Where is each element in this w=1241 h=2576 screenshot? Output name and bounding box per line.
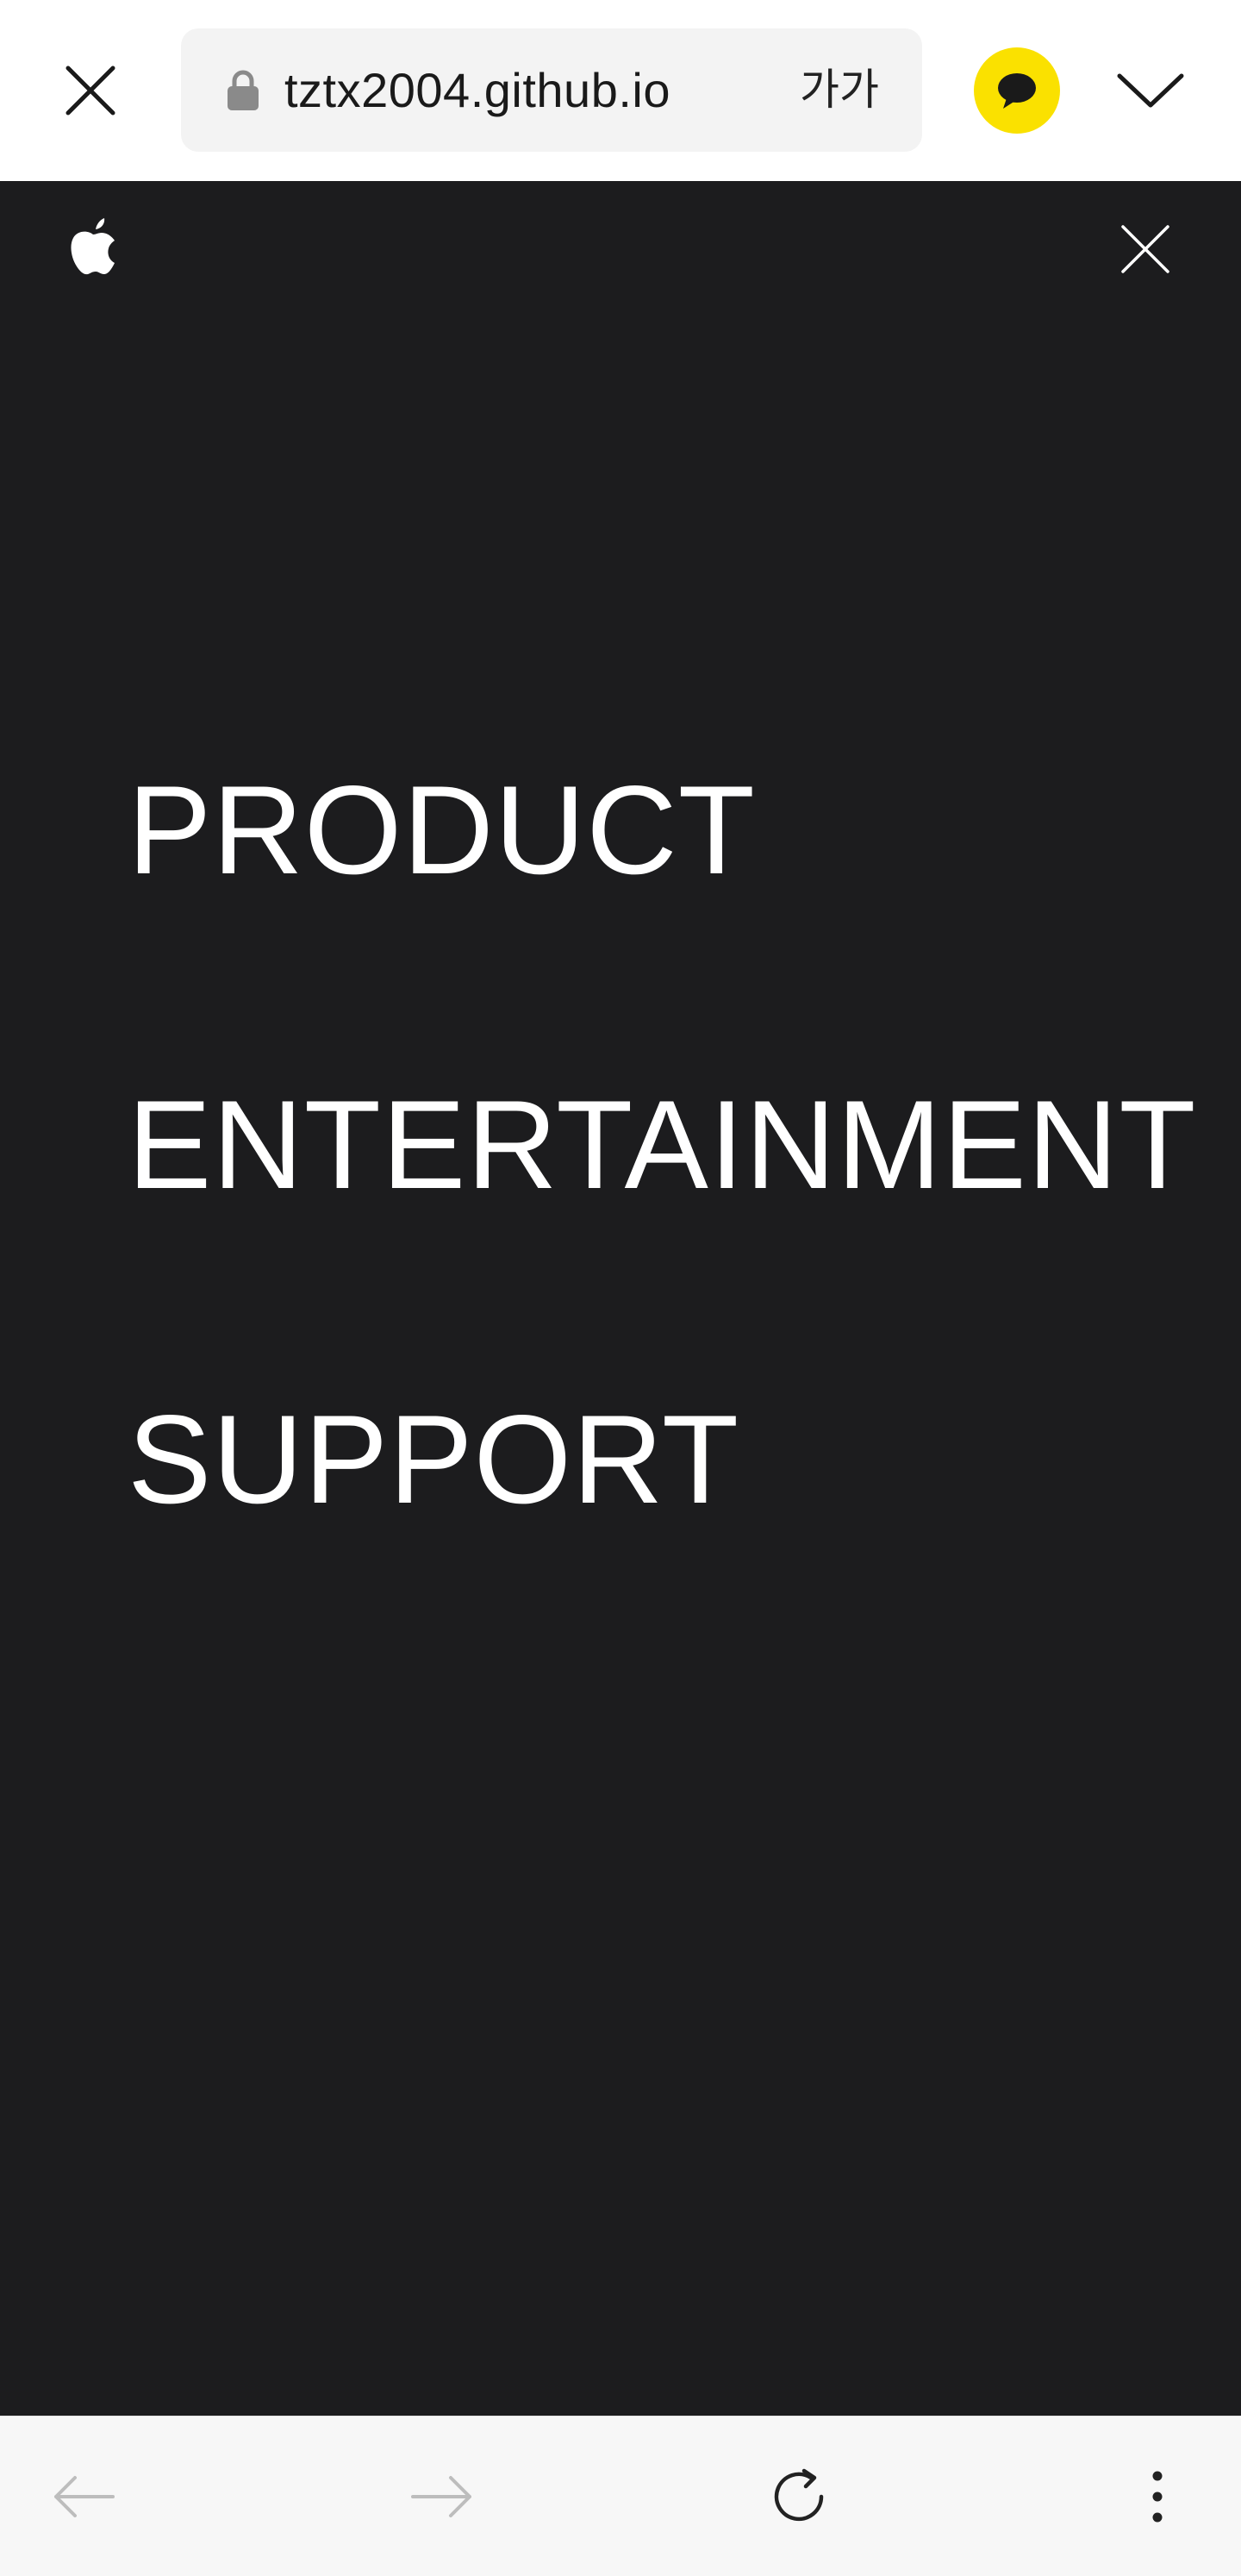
back-button[interactable] xyxy=(45,2458,122,2535)
menu-item-support[interactable]: SUPPORT xyxy=(128,1397,1197,1711)
menu-item-entertainment[interactable]: ENTERTAINMENT xyxy=(128,1082,1197,1397)
main-menu: PRODUCT ENTERTAINMENT SUPPORT xyxy=(128,767,1197,1711)
lock-icon xyxy=(228,70,259,110)
url-text: tztx2004.github.io xyxy=(284,63,670,117)
kakaotalk-chat-icon xyxy=(998,73,1036,109)
apple-logo-icon[interactable] xyxy=(69,217,117,276)
back-arrow-icon xyxy=(54,2476,115,2517)
browser-bottom-bar xyxy=(0,2416,1241,2576)
address-bar[interactable]: tztx2004.github.io 가가 xyxy=(181,28,922,152)
kakaotalk-share-button[interactable] xyxy=(974,47,1060,134)
reload-icon xyxy=(774,2468,824,2522)
forward-arrow-icon xyxy=(411,2476,471,2517)
browser-toolbar: tztx2004.github.io 가가 xyxy=(0,0,1241,181)
web-page: PRODUCT ENTERTAINMENT SUPPORT xyxy=(0,181,1241,2416)
text-size-button[interactable]: 가가 xyxy=(800,28,879,152)
reload-button[interactable] xyxy=(760,2458,838,2535)
chevron-down-icon xyxy=(1117,73,1184,108)
more-options-button[interactable] xyxy=(1119,2458,1196,2535)
forward-button[interactable] xyxy=(403,2458,481,2535)
more-options-icon xyxy=(1152,2471,1163,2523)
menu-item-product[interactable]: PRODUCT xyxy=(128,767,1197,1082)
menu-close-button[interactable] xyxy=(1120,224,1170,274)
collapse-toolbar-button[interactable] xyxy=(1112,52,1189,129)
close-icon xyxy=(65,66,115,116)
close-icon xyxy=(1121,225,1169,273)
close-browser-button[interactable] xyxy=(52,52,129,129)
